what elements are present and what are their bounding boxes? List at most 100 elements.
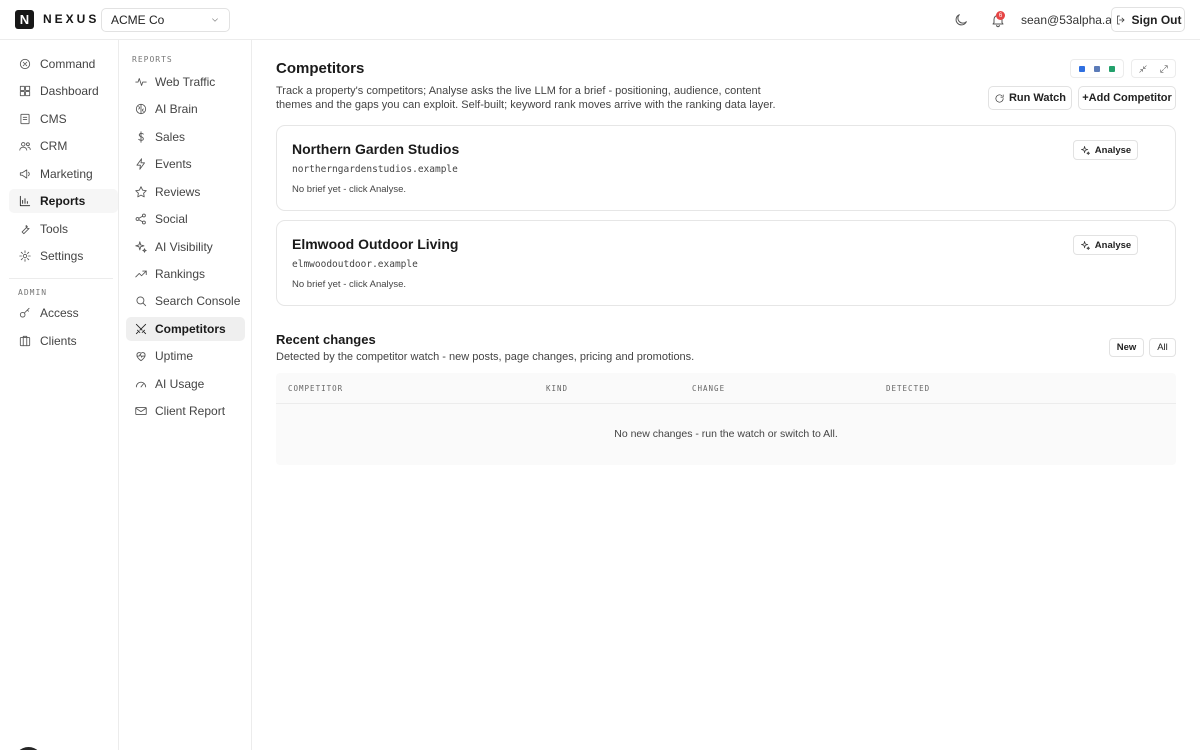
- subnav-item-label: Sales: [155, 130, 186, 144]
- logout-icon: [1116, 15, 1124, 24]
- subnav-item-competitors[interactable]: Competitors: [126, 317, 245, 341]
- reports-subnav: REPORTS Web Traffic AI Brain Sales Event…: [120, 40, 252, 750]
- gauge-icon: [135, 381, 147, 388]
- column-header-detected[interactable]: DETECTED: [886, 384, 930, 393]
- nav-item-clients[interactable]: Clients: [9, 329, 118, 353]
- nav-item-access[interactable]: Access: [9, 301, 118, 325]
- subnav-item-label: AI Visibility: [155, 240, 213, 254]
- nav-divider: [9, 278, 113, 279]
- moon-icon[interactable]: [953, 12, 969, 28]
- nav-item-label: Marketing: [40, 167, 93, 181]
- nav-item-tools[interactable]: Tools: [9, 217, 118, 241]
- user-email[interactable]: sean@53alpha.ai: [1021, 13, 1115, 27]
- subnav-item-search-console[interactable]: Search Console: [126, 289, 245, 313]
- collapse-icon[interactable]: [1138, 64, 1148, 74]
- competitor-card: Northern Garden Studios northerngardenst…: [276, 125, 1176, 211]
- mail-icon: [135, 407, 147, 415]
- page-description: Track a property's competitors; Analyse …: [276, 85, 776, 111]
- command-icon: [19, 58, 31, 70]
- subnav-item-ai-usage[interactable]: AI Usage: [126, 372, 245, 396]
- status-dot[interactable]: [1078, 65, 1085, 72]
- nav-item-label: CMS: [40, 112, 67, 126]
- add-competitor-button[interactable]: +Add Competitor: [1078, 86, 1176, 110]
- search-icon: [136, 296, 147, 307]
- subnav-item-label: AI Brain: [155, 102, 198, 116]
- competitor-brief-status: No brief yet - click Analyse.: [292, 279, 407, 290]
- sparkle-icon: [1080, 145, 1090, 155]
- subnav-item-client-report[interactable]: Client Report: [126, 399, 245, 423]
- notification-badge: 6: [996, 11, 1005, 20]
- subnav-item-web-traffic[interactable]: Web Traffic: [126, 70, 245, 94]
- logo-mark[interactable]: N: [15, 10, 34, 29]
- competitor-domain: elmwoodoutdoor.example: [292, 259, 418, 270]
- org-select[interactable]: ACME Co: [101, 8, 230, 32]
- subnav-item-label: Uptime: [155, 349, 194, 363]
- changes-table: COMPETITOR KIND CHANGE DETECTED No new c…: [276, 373, 1176, 465]
- clients-icon: [19, 335, 31, 347]
- subnav-item-label: AI Usage: [155, 377, 205, 391]
- sign-out-button[interactable]: Sign Out: [1111, 7, 1185, 32]
- share-icon: [135, 213, 146, 225]
- logo-text[interactable]: NEXUS: [43, 12, 99, 26]
- sparkle-icon: [1080, 240, 1090, 250]
- status-indicators: [1070, 59, 1124, 78]
- empty-state-message: No new changes - run the watch or switch…: [614, 428, 838, 440]
- subnav-item-ai-brain[interactable]: AI Brain: [126, 97, 245, 121]
- status-dot[interactable]: [1109, 65, 1116, 72]
- nav-item-reports[interactable]: Reports: [9, 189, 118, 213]
- nav-item-dashboard[interactable]: Dashboard: [9, 79, 118, 103]
- nav-item-label: Clients: [40, 334, 77, 348]
- nav-item-label: Dashboard: [40, 84, 99, 98]
- nav-item-cms[interactable]: CMS: [9, 107, 118, 131]
- swords-icon: [135, 323, 147, 335]
- analyse-label: Analyse: [1094, 144, 1132, 156]
- logo-letter: N: [19, 12, 30, 27]
- table-header-divider: [276, 403, 1176, 404]
- competitor-domain: northerngardenstudios.example: [292, 164, 458, 175]
- nav-item-label: Settings: [40, 249, 84, 263]
- status-dot[interactable]: [1093, 65, 1100, 72]
- expand-icon[interactable]: [1159, 64, 1169, 74]
- nav-item-marketing[interactable]: Marketing: [9, 162, 118, 186]
- subnav-item-sales[interactable]: Sales: [126, 125, 245, 149]
- subnav-item-reviews[interactable]: Reviews: [126, 180, 245, 204]
- subnav-item-label: Client Report: [155, 404, 226, 418]
- heart-icon: [136, 352, 146, 362]
- column-header-kind[interactable]: KIND: [546, 384, 568, 393]
- refresh-icon: [995, 93, 1004, 103]
- nav-item-label: Command: [40, 57, 96, 71]
- primary-sidebar: Command Dashboard CMS CRM Marketing Repo…: [0, 40, 119, 750]
- brain-icon: [135, 103, 147, 115]
- nav-item-label: Access: [40, 306, 79, 320]
- nav-item-settings[interactable]: Settings: [9, 244, 118, 268]
- filter-new-button[interactable]: New: [1109, 338, 1144, 357]
- column-header-competitor[interactable]: COMPETITOR: [288, 384, 343, 393]
- crm-icon: [19, 142, 31, 151]
- subnav-item-label: Search Console: [155, 294, 241, 308]
- nav-item-crm[interactable]: CRM: [9, 134, 118, 158]
- nav-item-command[interactable]: Command: [9, 52, 118, 76]
- run-watch-label: Run Watch: [1008, 92, 1067, 104]
- nav-item-label: Reports: [40, 194, 86, 208]
- chart-icon: [19, 195, 31, 207]
- competitor-card: Elmwood Outdoor Living elmwoodoutdoor.ex…: [276, 220, 1176, 306]
- subnav-item-events[interactable]: Events: [126, 152, 245, 176]
- subnav-item-label: Web Traffic: [155, 75, 216, 89]
- filter-all-button[interactable]: All: [1149, 338, 1176, 357]
- recent-changes-title: Recent changes: [276, 332, 376, 347]
- analyse-button[interactable]: Analyse: [1073, 140, 1138, 160]
- run-watch-button[interactable]: Run Watch: [988, 86, 1072, 110]
- dashboard-icon: [19, 85, 31, 97]
- subnav-item-social[interactable]: Social: [126, 207, 245, 231]
- competitor-brief-status: No brief yet - click Analyse.: [292, 184, 407, 195]
- competitor-name: Northern Garden Studios: [292, 141, 460, 157]
- recent-changes-description: Detected by the competitor watch - new p…: [276, 351, 695, 363]
- subnav-item-ai-visibility[interactable]: AI Visibility: [126, 235, 245, 259]
- subnav-item-rankings[interactable]: Rankings: [126, 262, 245, 286]
- cms-icon: [20, 113, 30, 125]
- column-header-change[interactable]: CHANGE: [692, 384, 725, 393]
- analyse-button[interactable]: Analyse: [1073, 235, 1138, 255]
- subnav-item-label: Reviews: [155, 185, 201, 199]
- subnav-item-uptime[interactable]: Uptime: [126, 344, 245, 368]
- competitor-name: Elmwood Outdoor Living: [292, 236, 459, 252]
